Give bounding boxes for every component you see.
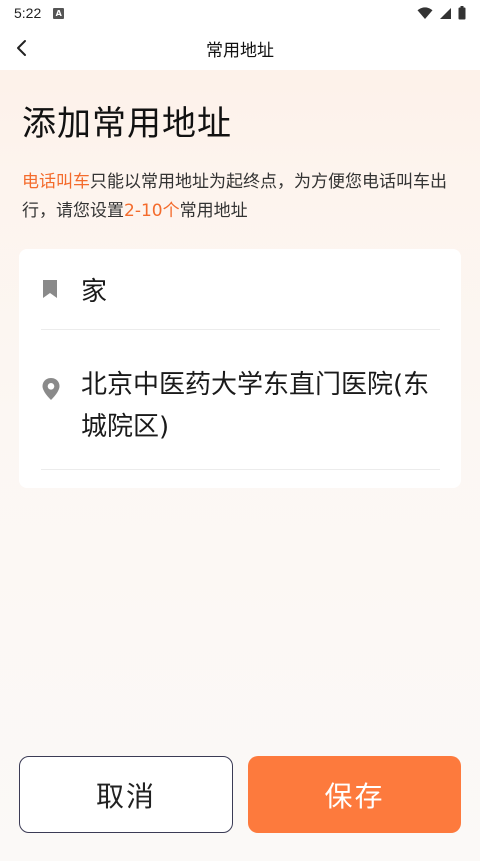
address-location-row[interactable]: 北京中医药大学东直门医院(东城院区): [19, 330, 461, 469]
status-time: 5:22: [14, 5, 42, 21]
back-button[interactable]: [8, 34, 36, 62]
address-location-field[interactable]: 北京中医药大学东直门医院(东城院区): [81, 364, 441, 448]
battery-icon: [458, 6, 466, 20]
status-bar: 5:22 A: [0, 0, 480, 26]
back-arrow-icon: [17, 40, 26, 56]
top-nav-bar: 常用地址: [0, 26, 480, 70]
intro-highlight-phone-call: 电话叫车: [22, 172, 90, 192]
nav-title: 常用地址: [206, 40, 274, 61]
divider: [41, 469, 440, 470]
page-heading: 添加常用地址: [22, 104, 232, 144]
location-pin-icon: [41, 377, 61, 401]
intro-highlight-count: 2-10个: [124, 201, 180, 221]
notification-a-icon: A: [53, 7, 65, 19]
bookmark-icon: [41, 279, 59, 299]
intro-text-part-2: 常用地址: [179, 201, 248, 221]
intro-text: 电话叫车只能以常用地址为起终点，为方便您电话叫车出行，请您设置2-10个常用地址: [22, 168, 462, 226]
wifi-icon: [417, 6, 433, 19]
status-icons: [417, 6, 466, 20]
address-name-row[interactable]: 家: [19, 249, 461, 329]
address-form-card: 家 北京中医药大学东直门医院(东城院区): [19, 249, 461, 488]
address-name-field[interactable]: 家: [81, 271, 107, 308]
save-button[interactable]: 保存: [248, 756, 461, 833]
cancel-button[interactable]: 取消: [19, 756, 233, 833]
cell-signal-icon: [440, 7, 451, 19]
